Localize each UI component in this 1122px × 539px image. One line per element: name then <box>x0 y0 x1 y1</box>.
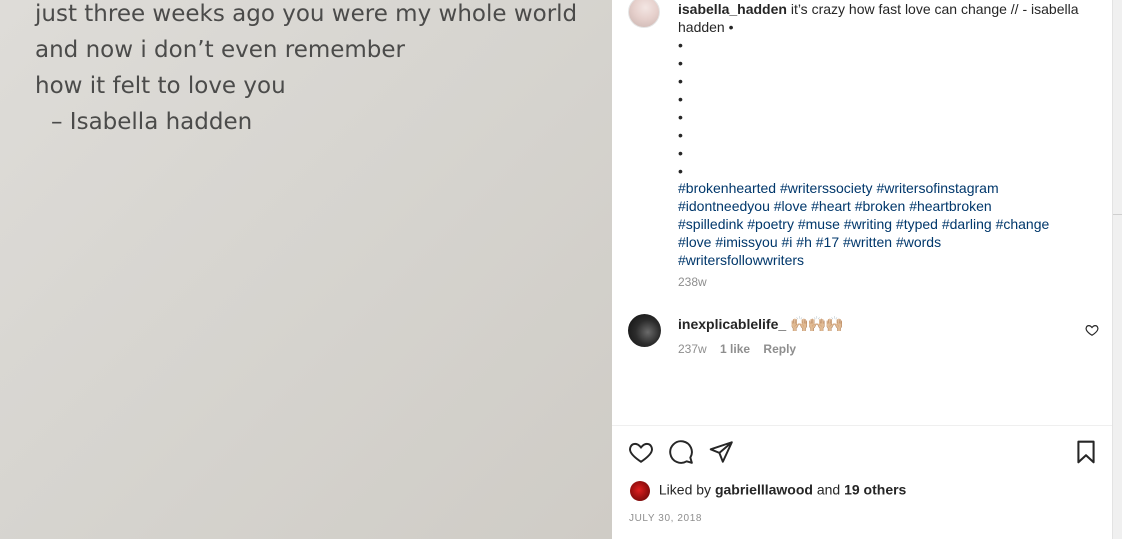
comment-age[interactable]: 237w <box>678 342 707 356</box>
heart-icon[interactable] <box>628 439 654 465</box>
hashtag-link[interactable]: #i <box>782 234 793 250</box>
post-viewer: just three weeks ago you were my whole w… <box>0 0 1122 539</box>
scrollbar-tick <box>1113 214 1122 215</box>
bullet: • <box>678 73 683 89</box>
poem-text: just three weeks ago you were my whole w… <box>35 0 577 140</box>
page-scrollbar[interactable] <box>1112 0 1122 539</box>
bullet: • <box>678 127 683 143</box>
bullet: • <box>678 91 683 107</box>
comment-like-count[interactable]: 1 like <box>720 342 750 356</box>
likes-summary: Liked by gabrielllawood and 19 others <box>630 481 906 503</box>
caption-bullets: • • • • • • • • <box>678 36 683 180</box>
hashtag-link[interactable]: #writerssociety <box>780 180 873 196</box>
comment-meta: 237w 1 like Reply <box>678 342 806 356</box>
bullet: • <box>678 37 683 53</box>
bullet: • <box>678 55 683 71</box>
hashtag-link[interactable]: #love <box>774 198 807 214</box>
likes-prefix: Liked by <box>658 481 712 498</box>
poem-line: how it felt to love you <box>35 73 286 99</box>
hashtag-link[interactable]: #broken <box>855 198 906 214</box>
hashtag-line: #love #imissyou #i #h #17 #written #word… <box>678 233 1098 251</box>
bookmark-icon[interactable] <box>1073 439 1099 465</box>
likes-and: and <box>816 481 841 498</box>
hashtag-link[interactable]: #muse <box>798 216 840 232</box>
hashtag-line: #brokenhearted #writerssociety #writerso… <box>678 179 1098 197</box>
post-date[interactable]: JULY 30, 2018 <box>629 513 702 524</box>
hashtag-link[interactable]: #writersfollowwriters <box>678 252 804 268</box>
hashtag-link[interactable]: #typed <box>896 216 938 232</box>
comment-icon[interactable] <box>668 439 694 465</box>
liker-avatar[interactable] <box>630 481 650 501</box>
comment-text: 🙌🏼🙌🏼🙌🏼 <box>790 316 844 333</box>
hashtag-link[interactable]: #spilledink <box>678 216 743 232</box>
commenter-avatar[interactable] <box>628 314 661 347</box>
hashtag-line: #idontneedyou #love #heart #broken #hear… <box>678 197 1098 215</box>
hashtag-link[interactable]: #darling <box>942 216 992 232</box>
post-image[interactable]: just three weeks ago you were my whole w… <box>0 0 612 539</box>
bullet: • <box>678 145 683 161</box>
poem-line: just three weeks ago you were my whole w… <box>35 1 578 27</box>
liker-username[interactable]: gabrielllawood <box>715 482 813 498</box>
bullet: • <box>678 163 683 179</box>
post-caption: isabella_hadden it’s crazy how fast love… <box>678 0 1098 36</box>
hashtag-link[interactable]: #change <box>996 216 1050 232</box>
comment-username[interactable]: inexplicablelife_ <box>678 316 786 332</box>
action-divider <box>612 425 1112 426</box>
hashtag-link[interactable]: #writersofinstagram <box>876 180 998 196</box>
likes-others[interactable]: 19 others <box>844 482 906 498</box>
hashtag-link[interactable]: #imissyou <box>715 234 777 250</box>
hashtag-line: #spilledink #poetry #muse #writing #type… <box>678 215 1098 233</box>
hashtag-link[interactable]: #poetry <box>747 216 794 232</box>
hashtag-line: #writersfollowwriters <box>678 251 1098 269</box>
hashtag-link[interactable]: #17 <box>816 234 839 250</box>
author-avatar[interactable] <box>628 0 660 28</box>
hashtag-link[interactable]: #heartbroken <box>909 198 992 214</box>
poem-line: and now i don’t even remember <box>35 37 406 63</box>
share-icon[interactable] <box>708 439 734 465</box>
hashtags: #brokenhearted #writerssociety #writerso… <box>678 179 1098 269</box>
bullet: • <box>678 109 683 125</box>
post-side-panel: isabella_hadden it’s crazy how fast love… <box>612 0 1112 539</box>
hashtag-link[interactable]: #love <box>678 234 711 250</box>
comment-like-icon[interactable] <box>1085 323 1099 337</box>
hashtag-link[interactable]: #h <box>796 234 812 250</box>
hashtag-link[interactable]: #words <box>896 234 941 250</box>
hashtag-link[interactable]: #written <box>843 234 892 250</box>
hashtag-link[interactable]: #brokenhearted <box>678 180 776 196</box>
author-username[interactable]: isabella_hadden <box>678 1 787 17</box>
poem-signature: – Isabella hadden <box>51 109 253 135</box>
hashtag-link[interactable]: #writing <box>844 216 892 232</box>
reply-button[interactable]: Reply <box>763 342 796 356</box>
hashtag-link[interactable]: #idontneedyou <box>678 198 770 214</box>
post-age[interactable]: 238w <box>678 275 707 289</box>
hashtag-link[interactable]: #heart <box>811 198 851 214</box>
